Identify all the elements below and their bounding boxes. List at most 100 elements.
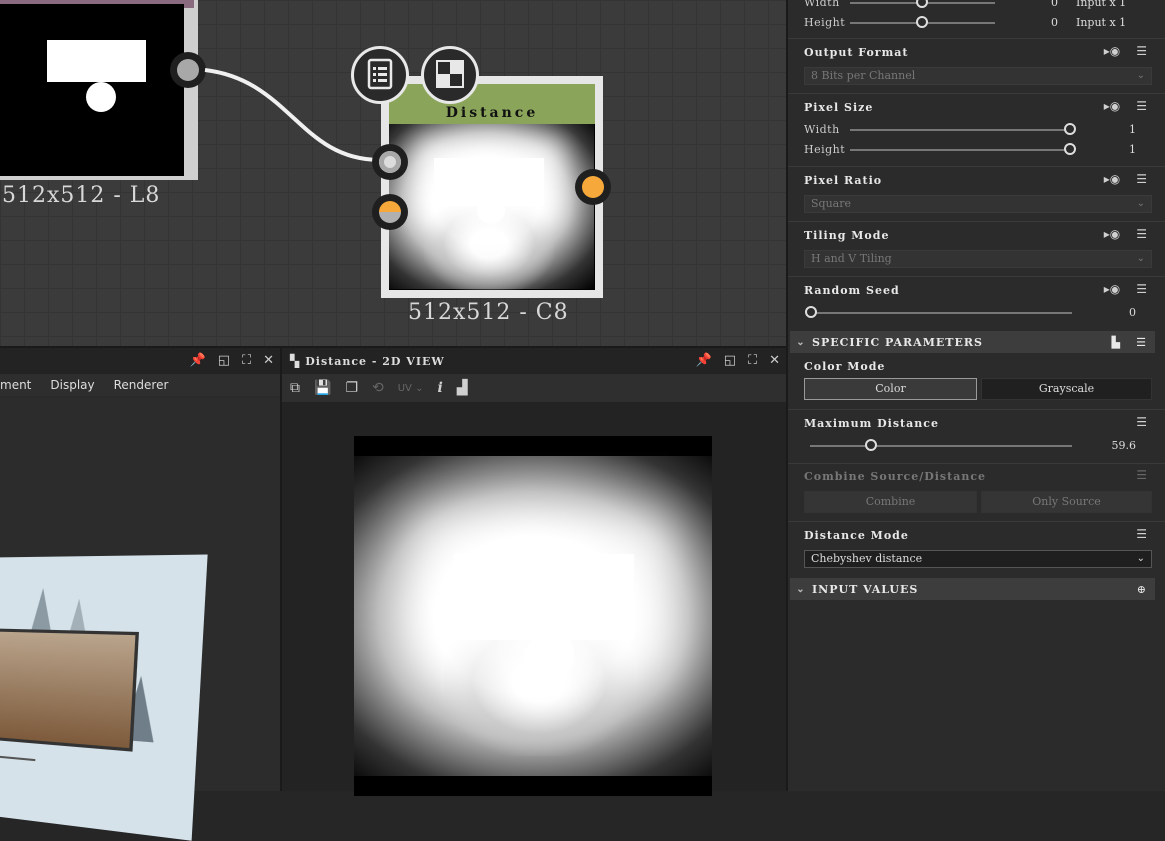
chevron-down-icon: ⌄: [1136, 553, 1145, 564]
menu-icon[interactable]: ☰: [1136, 468, 1147, 482]
tiling-mode-label: Tiling Mode: [804, 229, 890, 242]
uv-dropdown[interactable]: UV ⌄: [398, 383, 424, 394]
random-seed-value: 0: [1129, 306, 1136, 319]
menu-icon[interactable]: ☰: [1136, 282, 1147, 296]
menu-icon[interactable]: ☰: [1136, 336, 1147, 349]
save-icon[interactable]: 💾: [314, 380, 331, 396]
parent-height-value: 0: [1051, 16, 1058, 29]
inherit-icon[interactable]: ▸◉: [1104, 227, 1121, 241]
chevron-down-icon: ⌄: [1136, 70, 1145, 81]
menu-icon[interactable]: ☰: [1136, 227, 1147, 241]
max-distance-knob[interactable]: [865, 439, 877, 451]
distance-node-size-label: 512x512 - C8: [408, 300, 569, 325]
menu-environment[interactable]: ment: [0, 378, 31, 392]
chevron-down-icon: ⌄: [1136, 198, 1145, 209]
distance-mode-dropdown[interactable]: Chebyshev distance ⌄: [804, 550, 1152, 568]
properties-panel: Width 0 Input x 1 Height 0 Input x 1 Out…: [786, 0, 1165, 791]
3d-viewport[interactable]: [0, 398, 280, 841]
parent-width-value: 0: [1051, 0, 1058, 9]
float-icon[interactable]: ◱: [218, 353, 230, 368]
3d-view-panel: 📌 ◱ ⛶ ✕ ment Display Renderer: [0, 346, 280, 841]
maximize-icon[interactable]: ⛶: [748, 353, 757, 368]
info-icon[interactable]: i: [437, 380, 442, 396]
distance-node-title: Distance: [389, 84, 595, 124]
pixel-height-slider[interactable]: [850, 149, 1070, 151]
parent-width-knob[interactable]: [916, 0, 928, 8]
preset-icon[interactable]: ▙: [1112, 336, 1121, 349]
distance-mode-label: Distance Mode: [804, 529, 909, 542]
specific-parameters-header[interactable]: ⌄ SPECIFIC PARAMETERS ▙ ☰: [790, 331, 1155, 353]
2d-view-panel: ▚ Distance - 2D VIEW 📌 ◱ ⛶ ✕ ⧉ 💾 ❐ ⟲ UV …: [280, 346, 786, 796]
chevron-down-icon: ⌄: [796, 583, 806, 595]
3d-view-menubar: ment Display Renderer: [0, 374, 280, 396]
menu-icon[interactable]: ☰: [1136, 527, 1147, 541]
color-mode-grayscale-button[interactable]: Grayscale: [981, 378, 1152, 400]
max-distance-value: 59.6: [1111, 439, 1137, 452]
pixel-height-value: 1: [1129, 143, 1136, 156]
menu-icon[interactable]: ☰: [1136, 99, 1147, 113]
menu-icon[interactable]: ☰: [1136, 415, 1147, 429]
pixel-width-slider[interactable]: [850, 129, 1070, 131]
checker-icon: [436, 60, 464, 88]
combine-button[interactable]: Combine: [804, 491, 977, 513]
add-icon[interactable]: ⊕: [1137, 583, 1147, 596]
maximize-icon[interactable]: ⛶: [242, 353, 251, 368]
menu-display[interactable]: Display: [50, 378, 94, 392]
menu-icon[interactable]: ☰: [1136, 172, 1147, 186]
refresh-icon[interactable]: ⟲: [372, 380, 384, 396]
2d-canvas[interactable]: [282, 402, 786, 796]
checker-icon: ▚: [290, 354, 300, 368]
parent-height-suffix: Input x 1: [1076, 16, 1127, 29]
color-mode-label: Color Mode: [804, 360, 886, 373]
random-seed-label: Random Seed: [804, 284, 900, 297]
combine-label: Combine Source/Distance: [804, 470, 987, 483]
2d-view-titlebar: ▚ Distance - 2D VIEW 📌 ◱ ⛶ ✕: [282, 348, 786, 374]
chevron-down-icon: ⌄: [1136, 253, 1145, 264]
tiling-mode-dropdown[interactable]: H and V Tiling ⌄: [804, 250, 1152, 268]
color-mode-color-button[interactable]: Color: [804, 378, 977, 400]
histogram-icon[interactable]: ▟: [457, 380, 468, 396]
2d-view-title: Distance - 2D VIEW: [305, 354, 445, 368]
parent-width-suffix: Input x 1: [1076, 0, 1127, 9]
inherit-icon[interactable]: ▸◉: [1104, 282, 1121, 296]
close-icon[interactable]: ✕: [769, 353, 780, 368]
float-icon[interactable]: ◱: [724, 353, 736, 368]
3d-mesh-poster: [0, 554, 208, 841]
parent-height-label: Height: [804, 16, 846, 29]
menu-renderer[interactable]: Renderer: [114, 378, 169, 392]
distance-input-port-1[interactable]: [372, 144, 408, 180]
inherit-icon[interactable]: ▸◉: [1104, 172, 1121, 186]
output-format-dropdown[interactable]: 8 Bits per Channel ⌄: [804, 67, 1152, 85]
distance-node[interactable]: Distance: [381, 76, 603, 298]
chevron-down-icon: ⌄: [796, 336, 806, 348]
pixel-height-label: Height: [804, 143, 846, 156]
pixel-ratio-dropdown[interactable]: Square ⌄: [804, 195, 1152, 213]
parent-height-knob[interactable]: [916, 16, 928, 28]
random-seed-knob[interactable]: [805, 306, 817, 318]
duplicate-icon[interactable]: ❐: [345, 380, 358, 396]
pixel-height-knob[interactable]: [1064, 143, 1076, 155]
distance-input-port-2[interactable]: [372, 194, 408, 230]
max-distance-label: Maximum Distance: [804, 417, 939, 430]
graph-canvas[interactable]: 512x512 - L8 Distance 512x512 - C8: [0, 0, 786, 346]
only-source-button[interactable]: Only Source: [981, 491, 1152, 513]
menu-icon[interactable]: ☰: [1136, 44, 1147, 58]
pixel-width-knob[interactable]: [1064, 123, 1076, 135]
node-info-badge[interactable]: [351, 46, 409, 104]
pin-icon[interactable]: 📌: [190, 353, 206, 368]
distance-output-port[interactable]: [575, 169, 611, 205]
3d-view-titlebar: 📌 ◱ ⛶ ✕: [0, 348, 280, 374]
random-seed-slider[interactable]: [810, 312, 1072, 314]
input-values-title: INPUT VALUES: [812, 582, 919, 596]
inherit-icon[interactable]: ▸◉: [1104, 44, 1121, 58]
2d-preview-image: [354, 436, 712, 796]
input-values-header[interactable]: ⌄ INPUT VALUES ⊕: [790, 578, 1155, 600]
output-format-label: Output Format: [804, 46, 909, 59]
pixel-width-value: 1: [1129, 123, 1136, 136]
close-icon[interactable]: ✕: [263, 353, 274, 368]
copy-view-icon[interactable]: ⧉: [290, 380, 300, 396]
inherit-icon[interactable]: ▸◉: [1104, 99, 1121, 113]
pin-icon[interactable]: 📌: [696, 353, 712, 368]
node-preview-badge[interactable]: [421, 46, 479, 104]
max-distance-slider[interactable]: [810, 445, 1072, 447]
